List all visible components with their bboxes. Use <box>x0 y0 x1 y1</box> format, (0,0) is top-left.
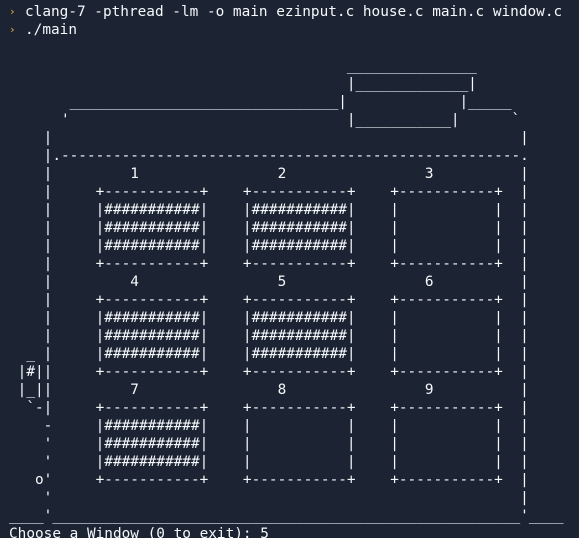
input-value[interactable]: 5 <box>260 526 269 538</box>
input-line[interactable]: Choose a Window (0 to exit): 5 <box>9 525 579 538</box>
command-text: clang-7 -pthread -lm -o main ezinput.c h… <box>25 4 563 20</box>
house-ascii-art: _______________ |_____________| ________… <box>9 58 564 524</box>
terminal-window[interactable]: › clang-7 -pthread -lm -o main ezinput.c … <box>0 0 579 538</box>
prompt-chevron-icon: › <box>9 23 16 36</box>
command-line: › ./main <box>9 21 579 39</box>
command-line: › clang-7 -pthread -lm -o main ezinput.c … <box>9 3 579 21</box>
prompt-chevron-icon: › <box>9 5 16 18</box>
command-text: ./main <box>25 22 77 38</box>
input-prompt: Choose a Window (0 to exit): <box>9 526 261 538</box>
